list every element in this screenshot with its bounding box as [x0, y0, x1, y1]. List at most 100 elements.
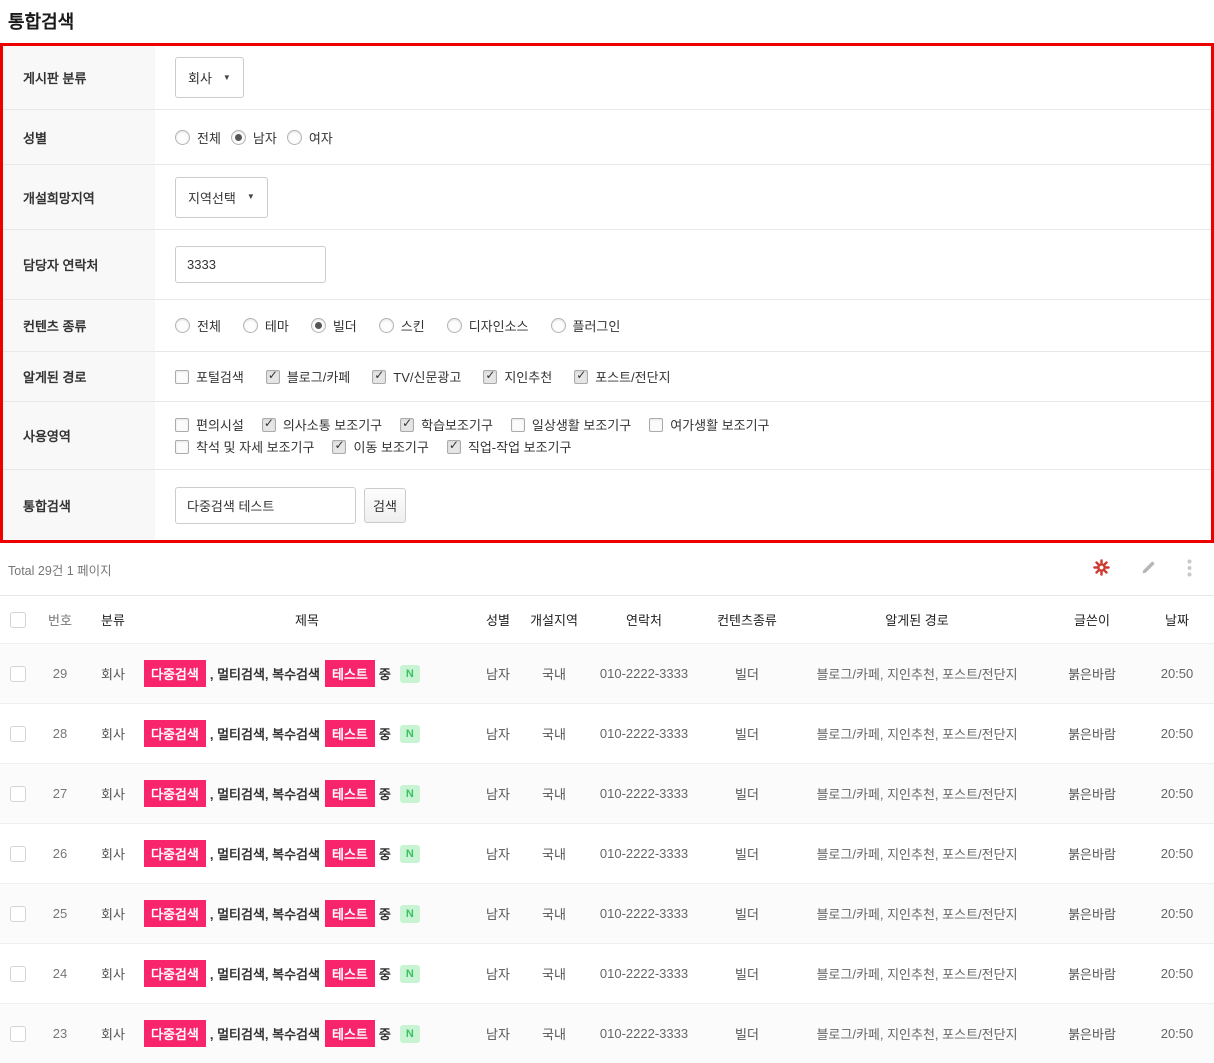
search-button[interactable]: 검색 — [364, 488, 406, 523]
option-label: 포스트/전단지 — [595, 367, 670, 386]
row-title-link[interactable]: 다중검색 , 멀티검색, 복수검색 테스트 중 N — [142, 900, 472, 927]
table-row[interactable]: 25 회사 다중검색 , 멀티검색, 복수검색 테스트 중 N 남자 국내 01… — [0, 883, 1214, 943]
checkbox-icon — [175, 418, 189, 432]
table-row[interactable]: 23 회사 다중검색 , 멀티검색, 복수검색 테스트 중 N 남자 국내 01… — [0, 1003, 1214, 1063]
option-label: 남자 — [253, 128, 277, 147]
usage-area-checkbox-group-line2: 착석 및 자세 보조기구 이동 보조기구 직업-작업 보조기구 — [175, 437, 589, 456]
row-date: 20:50 — [1140, 726, 1214, 741]
referral-checkbox-4[interactable]: 지인추천 — [483, 367, 552, 386]
usage-checkbox-2[interactable]: 의사소통 보조기구 — [262, 415, 382, 434]
referral-checkbox-1[interactable]: 포털검색 — [175, 367, 244, 386]
form-row-contact: 담당자 연락처 — [3, 230, 1211, 300]
usage-checkbox-4[interactable]: 일상생활 보조기구 — [511, 415, 631, 434]
table-row[interactable]: 29 회사 다중검색 , 멀티검색, 복수검색 테스트 중 N 남자 국내 01… — [0, 643, 1214, 703]
row-date: 20:50 — [1140, 666, 1214, 681]
region-select[interactable]: 지역선택 ▼ — [175, 177, 268, 218]
field-label-board-category: 게시판 분류 — [3, 46, 155, 109]
highlight-badge: 테스트 — [325, 960, 375, 987]
row-phone: 010-2222-3333 — [584, 666, 704, 681]
highlight-badge: 테스트 — [325, 780, 375, 807]
row-checkbox[interactable] — [10, 786, 26, 802]
content-type-radio-3[interactable]: 빌더 — [311, 316, 357, 335]
row-title-link[interactable]: 다중검색 , 멀티검색, 복수검색 테스트 중 N — [142, 1020, 472, 1047]
more-options-button[interactable] — [1187, 559, 1192, 580]
content-type-radio-1[interactable]: 전체 — [175, 316, 221, 335]
usage-checkbox-3[interactable]: 학습보조기구 — [400, 415, 493, 434]
table-row[interactable]: 27 회사 다중검색 , 멀티검색, 복수검색 테스트 중 N 남자 국내 01… — [0, 763, 1214, 823]
gender-radio-3[interactable]: 여자 — [287, 128, 333, 147]
checkbox-icon — [483, 370, 497, 384]
checkbox-icon — [332, 440, 346, 454]
row-checkbox[interactable] — [10, 966, 26, 982]
row-writer: 붉은바람 — [1044, 724, 1140, 743]
row-content-type: 빌더 — [704, 844, 790, 863]
row-title-link[interactable]: 다중검색 , 멀티검색, 복수검색 테스트 중 N — [142, 780, 472, 807]
gender-radio-1[interactable]: 전체 — [175, 128, 221, 147]
usage-checkbox-l2-3[interactable]: 직업-작업 보조기구 — [447, 437, 572, 456]
referral-checkbox-2[interactable]: 블로그/카페 — [266, 367, 350, 386]
table-row[interactable]: 24 회사 다중검색 , 멀티검색, 복수검색 테스트 중 N 남자 국내 01… — [0, 943, 1214, 1003]
row-checkbox[interactable] — [10, 666, 26, 682]
usage-checkbox-l2-2[interactable]: 이동 보조기구 — [332, 437, 428, 456]
row-title-link[interactable]: 다중검색 , 멀티검색, 복수검색 테스트 중 N — [142, 720, 472, 747]
new-badge: N — [400, 905, 420, 923]
content-type-radio-4[interactable]: 스킨 — [379, 316, 425, 335]
option-label: 블로그/카페 — [287, 367, 350, 386]
row-checkbox[interactable] — [10, 726, 26, 742]
option-label: 포털검색 — [196, 367, 244, 386]
radio-icon — [231, 130, 246, 145]
title-text: , 멀티검색, 복수검색 — [210, 664, 320, 683]
row-number: 29 — [36, 666, 84, 681]
referral-checkbox-3[interactable]: TV/신문광고 — [372, 367, 461, 386]
table-row[interactable]: 26 회사 다중검색 , 멀티검색, 복수검색 테스트 중 N 남자 국내 01… — [0, 823, 1214, 883]
header-title: 제목 — [142, 610, 472, 629]
content-type-radio-2[interactable]: 테마 — [243, 316, 289, 335]
content-type-radio-5[interactable]: 디자인소스 — [447, 316, 529, 335]
option-label: 빌더 — [333, 316, 357, 335]
row-writer: 붉은바람 — [1044, 904, 1140, 923]
usage-checkbox-5[interactable]: 여가생활 보조기구 — [649, 415, 769, 434]
field-label-region: 개설희망지역 — [3, 165, 155, 229]
content-type-radio-6[interactable]: 플러그인 — [551, 316, 621, 335]
row-checkbox[interactable] — [10, 846, 26, 862]
usage-checkbox-1[interactable]: 편의시설 — [175, 415, 244, 434]
option-label: 편의시설 — [196, 415, 244, 434]
header-referral: 알게된 경로 — [790, 610, 1044, 629]
row-region: 국내 — [524, 784, 584, 803]
search-input[interactable] — [175, 487, 356, 524]
row-title-link[interactable]: 다중검색 , 멀티검색, 복수검색 테스트 중 N — [142, 840, 472, 867]
highlight-badge: 다중검색 — [144, 900, 206, 927]
row-referral: 블로그/카페, 지인추천, 포스트/전단지 — [790, 844, 1044, 863]
option-label: TV/신문광고 — [393, 367, 461, 386]
table-row[interactable]: 28 회사 다중검색 , 멀티검색, 복수검색 테스트 중 N 남자 국내 01… — [0, 703, 1214, 763]
option-label: 전체 — [197, 128, 221, 147]
header-number: 번호 — [36, 610, 84, 629]
row-number: 26 — [36, 846, 84, 861]
results-table: 번호 분류 제목 성별 개설지역 연락처 컨텐츠종류 알게된 경로 글쓴이 날짜… — [0, 595, 1214, 1063]
row-date: 20:50 — [1140, 906, 1214, 921]
row-title-link[interactable]: 다중검색 , 멀티검색, 복수검색 테스트 중 N — [142, 660, 472, 687]
row-number: 25 — [36, 906, 84, 921]
contact-input[interactable] — [175, 246, 326, 283]
gear-icon — [1093, 559, 1110, 579]
header-date: 날짜 — [1140, 610, 1214, 629]
gender-radio-2[interactable]: 남자 — [231, 128, 277, 147]
row-checkbox[interactable] — [10, 906, 26, 922]
usage-checkbox-l2-1[interactable]: 착석 및 자세 보조기구 — [175, 437, 314, 456]
settings-button[interactable] — [1093, 559, 1110, 579]
edit-button[interactable] — [1140, 559, 1157, 579]
referral-checkbox-5[interactable]: 포스트/전단지 — [574, 367, 670, 386]
page-title: 통합검색 — [8, 8, 1214, 34]
option-label: 착석 및 자세 보조기구 — [196, 437, 314, 456]
option-label: 디자인소스 — [469, 316, 529, 335]
highlight-badge: 다중검색 — [144, 660, 206, 687]
row-checkbox[interactable] — [10, 1026, 26, 1042]
row-referral: 블로그/카페, 지인추천, 포스트/전단지 — [790, 664, 1044, 683]
row-title-link[interactable]: 다중검색 , 멀티검색, 복수검색 테스트 중 N — [142, 960, 472, 987]
select-all-checkbox[interactable] — [10, 612, 26, 628]
title-suffix: 중 — [379, 904, 391, 923]
region-select-value: 지역선택 — [188, 188, 236, 207]
board-category-select[interactable]: 회사 ▼ — [175, 57, 244, 98]
new-badge: N — [400, 725, 420, 743]
highlight-badge: 테스트 — [325, 840, 375, 867]
